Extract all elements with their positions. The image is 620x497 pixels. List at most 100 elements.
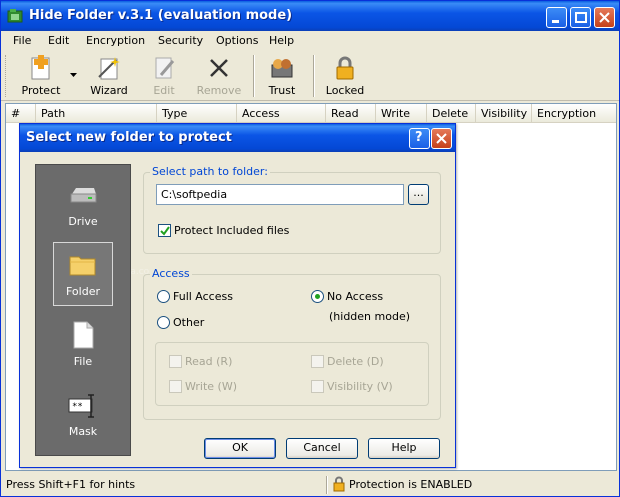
title-bar[interactable]: Hide Folder v.3.1 (evaluation mode) <box>1 1 619 31</box>
minimize-icon <box>552 20 559 23</box>
close-button[interactable] <box>594 7 615 28</box>
locked-button[interactable]: Locked <box>319 53 371 99</box>
menu-options[interactable]: Options <box>216 34 258 47</box>
folder-label: Folder <box>66 285 100 298</box>
protect-icon <box>31 55 50 80</box>
permission-subgroup <box>155 342 429 406</box>
menu-bar: File Edit Encryption Security Options He… <box>1 31 619 51</box>
other-radio[interactable] <box>157 316 170 329</box>
target-type-panel: Drive Folder File ** Mask <box>35 164 131 456</box>
protect-included-label[interactable]: Protect Included files <box>174 224 289 237</box>
maximize-icon <box>575 12 587 23</box>
write-label[interactable]: Write (W) <box>185 380 237 393</box>
edit-icon <box>155 57 175 79</box>
locked-label: Locked <box>325 84 365 97</box>
column-visibility[interactable]: Visibility <box>476 104 532 123</box>
remove-button[interactable]: Remove <box>193 53 245 99</box>
wizard-icon <box>98 57 120 80</box>
no-access-label[interactable]: No Access <box>327 290 383 303</box>
trust-icon <box>271 59 293 78</box>
dropdown-arrow-icon <box>70 73 77 77</box>
status-bar: Press Shift+F1 for hints Protection is E… <box>1 473 619 496</box>
toolbar-separator <box>313 55 315 97</box>
column-type[interactable]: Type <box>157 104 237 123</box>
checkmark-icon <box>160 226 170 236</box>
mask-icon: ** <box>68 394 94 418</box>
column-path[interactable]: Path <box>36 104 157 123</box>
folder-path-input[interactable]: C:\softpedia <box>156 184 404 205</box>
menu-help[interactable]: Help <box>269 34 294 47</box>
trust-label: Trust <box>268 84 296 97</box>
close-icon <box>599 12 610 23</box>
dialog-help-button[interactable]: ? <box>409 128 430 149</box>
dialog-title-bar[interactable]: Select new folder to protect ? <box>20 124 455 152</box>
ok-button[interactable]: OK <box>204 438 276 459</box>
mask-label: Mask <box>68 425 98 438</box>
app-folder-icon <box>7 9 23 23</box>
edit-label: Edit <box>153 84 175 97</box>
dialog-close-button[interactable] <box>431 128 452 149</box>
column-read[interactable]: Read <box>326 104 376 123</box>
status-lock-icon <box>333 476 345 492</box>
target-mask[interactable]: ** Mask <box>53 383 113 447</box>
help-button[interactable]: Help <box>368 438 440 459</box>
no-access-radio[interactable] <box>311 290 324 303</box>
path-group-label: Select path to folder: <box>150 165 270 178</box>
trust-button[interactable]: Trust <box>259 53 305 99</box>
close-icon <box>436 133 447 144</box>
target-drive[interactable]: Drive <box>53 173 113 237</box>
column-encryption[interactable]: Encryption <box>532 104 616 123</box>
menu-encryption[interactable]: Encryption <box>86 34 145 47</box>
hidden-mode-note: (hidden mode) <box>329 310 411 323</box>
folder-icon <box>69 256 96 276</box>
minimize-button[interactable] <box>546 7 567 28</box>
column-write[interactable]: Write <box>376 104 427 123</box>
toolbar-separator <box>253 55 255 97</box>
wizard-button[interactable]: Wizard <box>83 53 135 99</box>
read-checkbox[interactable] <box>169 355 182 368</box>
protect-included-checkbox[interactable] <box>158 224 171 237</box>
protection-status: Protection is ENABLED <box>349 478 473 491</box>
svg-text:**: ** <box>72 402 83 412</box>
toolbar-grip[interactable] <box>5 55 8 97</box>
visibility-label[interactable]: Visibility (V) <box>327 380 393 393</box>
protect-button[interactable]: Protect <box>15 53 67 99</box>
file-label: File <box>73 355 93 368</box>
maximize-button[interactable] <box>570 7 591 28</box>
visibility-checkbox[interactable] <box>311 380 324 393</box>
select-folder-dialog: Select new folder to protect ? www.softp… <box>19 123 456 468</box>
browse-button[interactable]: ... <box>408 184 429 205</box>
access-group-label: Access <box>150 267 192 280</box>
radio-selected-dot <box>315 294 320 299</box>
column-delete[interactable]: Delete <box>427 104 476 123</box>
dialog-title: Select new folder to protect <box>26 130 232 145</box>
status-divider <box>326 476 328 494</box>
cancel-button[interactable]: Cancel <box>286 438 358 459</box>
menu-file[interactable]: File <box>13 34 31 47</box>
help-question-icon: ? <box>415 130 423 145</box>
column-access[interactable]: Access <box>237 104 326 123</box>
write-checkbox[interactable] <box>169 380 182 393</box>
full-access-label[interactable]: Full Access <box>173 290 233 303</box>
full-access-radio[interactable] <box>157 290 170 303</box>
target-folder[interactable]: Folder <box>53 242 113 306</box>
column-number[interactable]: # <box>6 104 36 123</box>
toolbar: Protect Wizard Edit Remove Trust Locked <box>1 51 619 101</box>
protect-dropdown[interactable] <box>67 53 81 99</box>
delete-label[interactable]: Delete (D) <box>327 355 384 368</box>
window-title: Hide Folder v.3.1 (evaluation mode) <box>29 8 293 23</box>
delete-checkbox[interactable] <box>311 355 324 368</box>
drive-icon <box>70 188 97 203</box>
menu-security[interactable]: Security <box>158 34 203 47</box>
drive-label: Drive <box>68 215 98 228</box>
menu-edit[interactable]: Edit <box>48 34 69 47</box>
remove-x-icon <box>210 59 228 77</box>
edit-button[interactable]: Edit <box>141 53 187 99</box>
padlock-icon <box>336 56 354 80</box>
wizard-label: Wizard <box>90 84 128 97</box>
file-icon <box>73 321 94 349</box>
other-label[interactable]: Other <box>173 316 204 329</box>
target-file[interactable]: File <box>53 313 113 377</box>
list-header: # Path Type Access Read Write Delete Vis… <box>6 104 616 123</box>
read-label[interactable]: Read (R) <box>185 355 232 368</box>
